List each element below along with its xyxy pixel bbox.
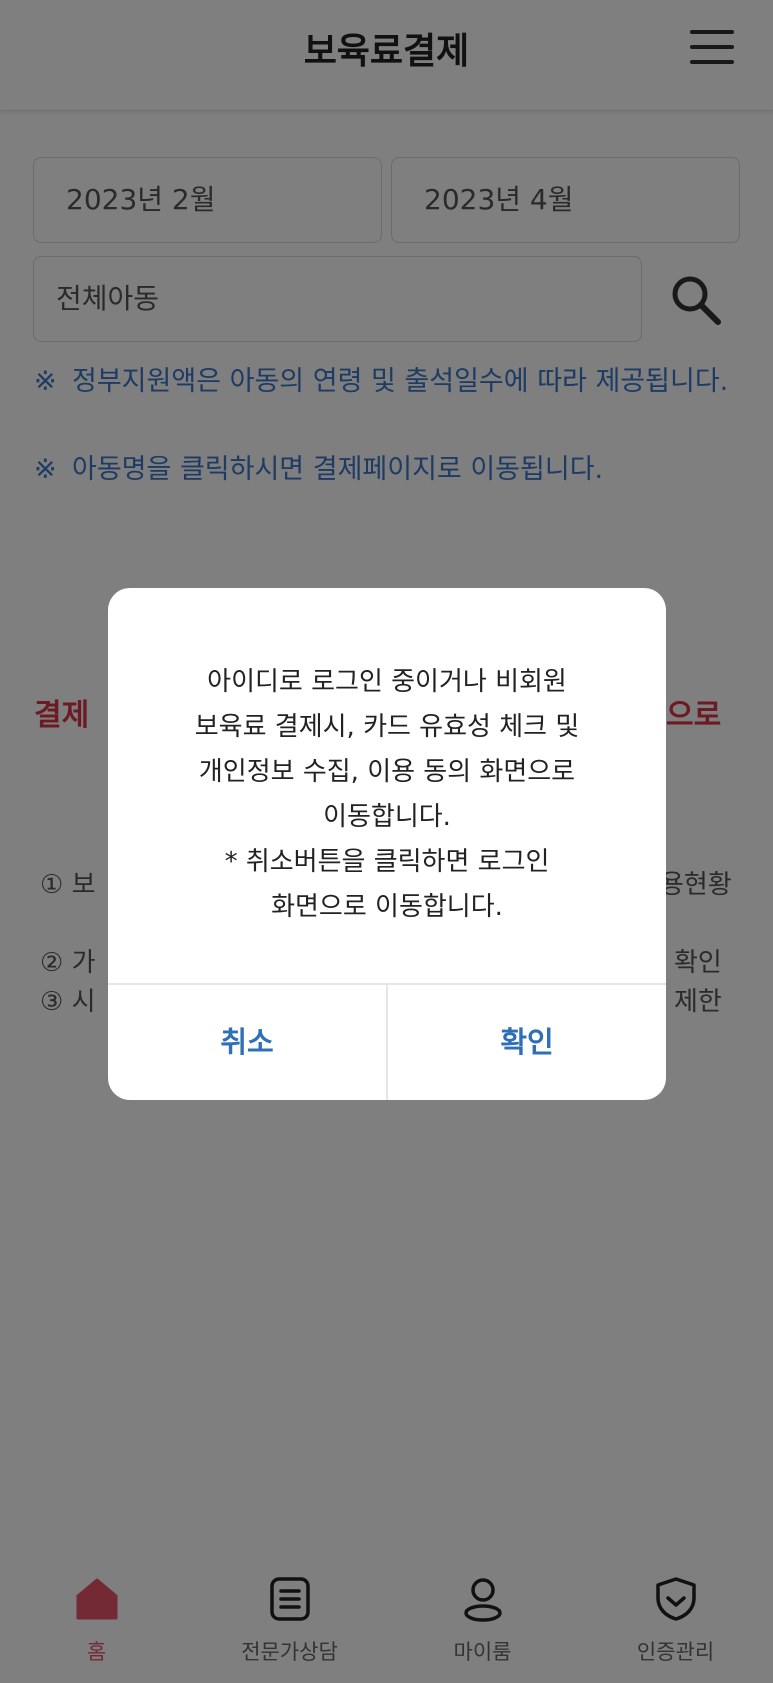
confirm-button[interactable]: 확인: [388, 985, 666, 1100]
cancel-button[interactable]: 취소: [108, 985, 386, 1100]
dialog-message: 아이디로 로그인 중이거나 비회원 보육료 결제시, 카드 유효성 체크 및 개…: [194, 667, 580, 922]
confirm-dialog: 아이디로 로그인 중이거나 비회원 보육료 결제시, 카드 유효성 체크 및 개…: [108, 588, 666, 1100]
